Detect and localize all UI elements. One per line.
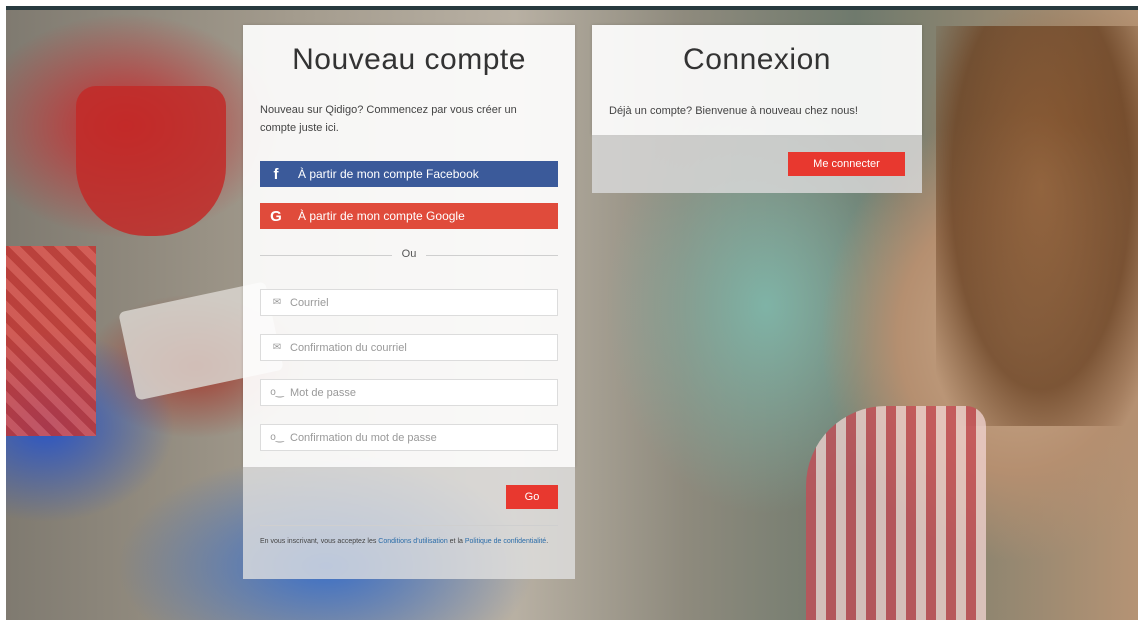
login-intro: Déjà un compte? Bienvenue à nouveau chez…: [609, 105, 858, 117]
envelope-icon: ✉: [272, 297, 282, 308]
envelope-icon: ✉: [272, 342, 282, 353]
legal-suffix: .: [546, 538, 549, 545]
divider-line-right: [426, 255, 558, 256]
legal-prefix: En vous inscrivant, vous acceptez les: [260, 538, 379, 545]
password-confirm-field[interactable]: o‿: [260, 424, 558, 451]
background-red-cup: [76, 86, 226, 236]
background-red-basket: [6, 246, 96, 436]
key-icon: o‿: [270, 387, 284, 398]
email-field[interactable]: ✉: [260, 289, 558, 316]
password-input[interactable]: [288, 385, 552, 400]
facebook-icon: f: [273, 165, 279, 183]
terms-link[interactable]: Conditions d'utilisation: [378, 538, 447, 545]
signup-intro: Nouveau sur Qidigo? Commencez par vous c…: [260, 104, 517, 134]
google-icon: G: [270, 207, 282, 225]
signup-footer: Go En vous inscrivant, vous acceptez les…: [243, 467, 575, 579]
google-signup-label: À partir de mon compte Google: [298, 209, 465, 223]
login-button[interactable]: Me connecter: [788, 152, 905, 176]
login-footer: Me connecter: [592, 135, 922, 193]
password-confirm-input[interactable]: [288, 430, 552, 445]
go-button[interactable]: Go: [506, 485, 558, 509]
background-child-dress: [806, 406, 986, 620]
email-input[interactable]: [288, 295, 552, 310]
login-panel: Connexion Déjà un compte? Bienvenue à no…: [592, 25, 922, 135]
login-title: Connexion: [683, 43, 831, 76]
divider-text: Ou: [401, 248, 417, 260]
legal-middle: et la: [447, 538, 465, 545]
password-field[interactable]: o‿: [260, 379, 558, 406]
privacy-link[interactable]: Politique de confidentialité: [465, 538, 546, 545]
legal-notice: En vous inscrivant, vous acceptez les Co…: [260, 535, 560, 549]
signup-panel: Nouveau compte Nouveau sur Qidigo? Comme…: [243, 25, 575, 467]
footer-divider: [260, 525, 558, 526]
key-icon: o‿: [270, 432, 284, 443]
facebook-signup-label: À partir de mon compte Facebook: [298, 167, 479, 181]
email-confirm-input[interactable]: [288, 340, 552, 355]
or-divider: Ou: [260, 247, 558, 263]
google-signup-button[interactable]: G À partir de mon compte Google: [260, 203, 558, 229]
email-confirm-field[interactable]: ✉: [260, 334, 558, 361]
facebook-signup-button[interactable]: f À partir de mon compte Facebook: [260, 161, 558, 187]
background-child-hair: [936, 26, 1138, 426]
top-bar: [6, 6, 1138, 10]
signup-title: Nouveau compte: [292, 43, 526, 76]
